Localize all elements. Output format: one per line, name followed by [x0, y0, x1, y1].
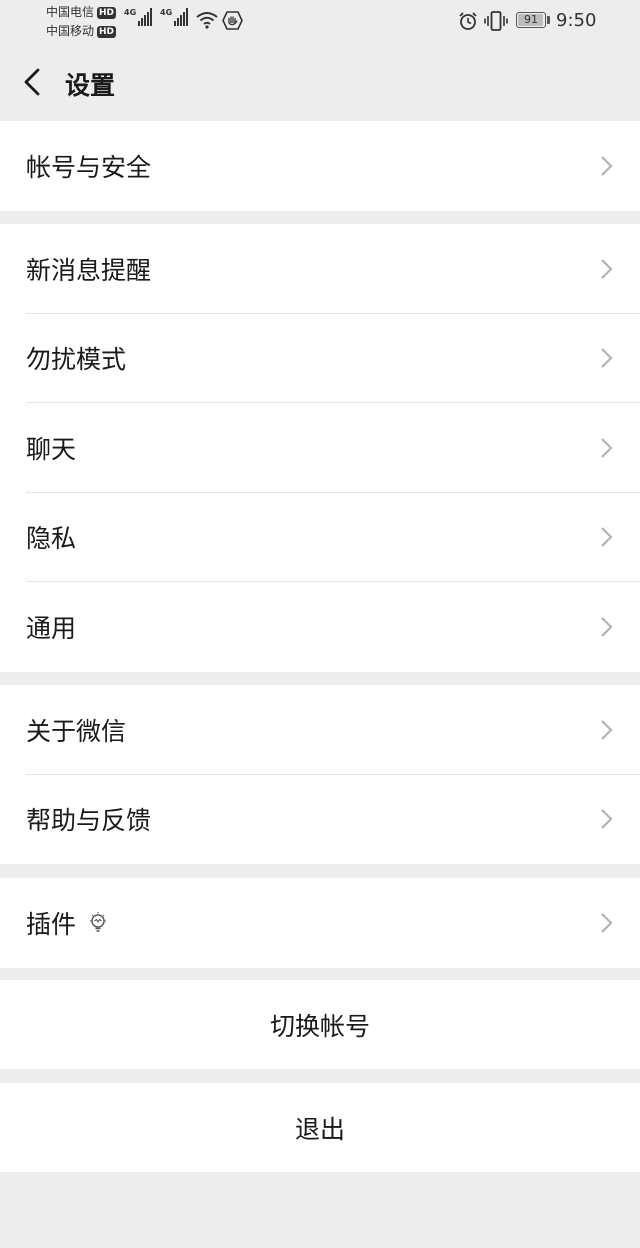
chevron-right-icon — [601, 527, 613, 548]
settings-item-account-security[interactable]: 帐号与安全 — [0, 121, 640, 211]
settings-item-label: 插件 — [26, 909, 77, 939]
settings-item-about-wechat[interactable]: 关于微信 — [0, 685, 640, 775]
battery-icon: 91 — [516, 12, 546, 28]
settings-group-about: 关于微信 帮助与反馈 — [0, 685, 640, 864]
status-time: 9:50 — [556, 10, 597, 31]
settings-item-label: 关于微信 — [26, 716, 127, 746]
chevron-right-icon — [601, 437, 613, 458]
settings-group-plugins: 插件 — [0, 878, 640, 968]
settings-item-label: 帐号与安全 — [26, 152, 152, 182]
page-title: 设置 — [65, 71, 116, 100]
settings-group-account: 帐号与安全 — [0, 121, 640, 211]
settings-item-plugins[interactable]: 插件 — [0, 878, 640, 968]
settings-item-do-not-disturb[interactable]: 勿扰模式 — [0, 314, 640, 403]
logout-button[interactable]: 退出 — [0, 1083, 640, 1172]
switch-account-button[interactable]: 切换帐号 — [0, 980, 640, 1069]
shield-hand-icon — [222, 11, 243, 30]
settings-item-label: 勿扰模式 — [26, 345, 127, 375]
chevron-right-icon — [601, 155, 613, 176]
alarm-clock-icon — [459, 12, 477, 30]
chevron-right-icon — [601, 616, 613, 637]
signal-icon: 4G — [124, 8, 153, 26]
signal-icon: 4G — [160, 8, 189, 26]
navigation-bar: 设置 — [0, 44, 640, 120]
settings-item-label: 聊天 — [26, 434, 77, 464]
settings-item-label: 通用 — [26, 613, 77, 643]
settings-item-privacy[interactable]: 隐私 — [0, 493, 640, 582]
network-type-2: 4G — [160, 8, 173, 17]
settings-item-label: 帮助与反馈 — [26, 806, 152, 836]
settings-item-general[interactable]: 通用 — [0, 582, 640, 672]
battery-level: 91 — [524, 13, 538, 26]
settings-item-chat[interactable]: 聊天 — [0, 403, 640, 493]
chevron-right-icon — [601, 809, 613, 830]
settings-item-help-feedback[interactable]: 帮助与反馈 — [0, 775, 640, 865]
lightbulb-icon — [90, 911, 107, 932]
carrier-name-1: 中国电信 — [46, 5, 95, 19]
settings-item-label: 隐私 — [26, 524, 77, 554]
status-bar: 中国电信 HD 中国移动 HD 4G 4G 91 9:50 — [0, 0, 640, 44]
back-chevron-icon[interactable] — [18, 64, 52, 100]
logout-label: 退出 — [294, 1114, 345, 1144]
wifi-icon — [196, 12, 218, 29]
chevron-right-icon — [601, 348, 613, 369]
hd-badge: HD — [97, 25, 117, 38]
switch-account-label: 切换帐号 — [269, 1011, 370, 1041]
chevron-right-icon — [601, 258, 613, 279]
chevron-right-icon — [601, 912, 613, 933]
settings-item-new-message-alerts[interactable]: 新消息提醒 — [0, 224, 640, 314]
hd-badge: HD — [97, 6, 117, 19]
carrier-name-2: 中国移动 — [46, 24, 95, 38]
network-type-1: 4G — [124, 8, 137, 17]
chevron-right-icon — [601, 719, 613, 740]
vibrate-icon — [484, 11, 508, 31]
carrier-info: 中国电信 HD 中国移动 HD — [46, 3, 117, 41]
settings-group-general: 新消息提醒 勿扰模式 聊天 隐私 通用 — [0, 224, 640, 672]
settings-item-label: 新消息提醒 — [26, 255, 152, 285]
